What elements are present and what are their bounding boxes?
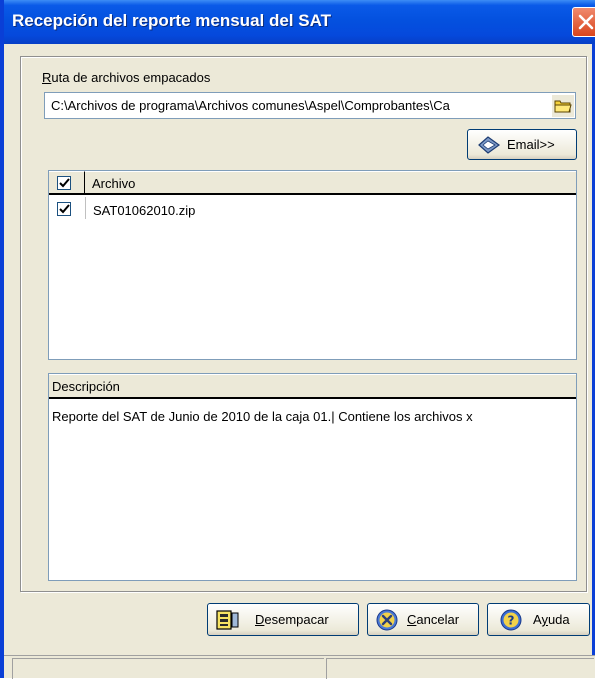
- checkmark-icon: [59, 178, 70, 188]
- files-list[interactable]: Archivo SAT01062010.zip: [48, 170, 577, 360]
- dialog-window: Recepción del reporte mensual del SAT Ru…: [0, 0, 595, 679]
- path-input[interactable]: C:\Archivos de programa\Archivos comunes…: [44, 92, 576, 119]
- status-pane-2: [326, 658, 594, 679]
- description-text: Reporte del SAT de Junio de 2010 de la c…: [52, 409, 473, 424]
- window-title: Recepción del reporte mensual del SAT: [12, 11, 331, 30]
- row-divider: [85, 197, 86, 219]
- status-bar: [4, 655, 595, 679]
- ayuda-label: Ayuda: [533, 612, 570, 627]
- unpack-icon: [216, 610, 239, 630]
- email-icon: [478, 136, 501, 154]
- email-button-label: Email>>: [507, 137, 555, 152]
- ayuda-button[interactable]: ? Ayuda: [487, 603, 590, 636]
- title-bar[interactable]: Recepción del reporte mensual del SAT: [4, 0, 595, 44]
- header-check-cell: [49, 171, 85, 193]
- close-button[interactable]: [572, 7, 595, 37]
- desempacar-button[interactable]: Desempacar: [207, 603, 359, 636]
- cancel-icon: [376, 609, 398, 631]
- files-list-header: Archivo: [49, 171, 576, 195]
- file-row-checkbox[interactable]: [57, 202, 71, 216]
- select-all-checkbox[interactable]: [57, 176, 71, 190]
- cancelar-button[interactable]: Cancelar: [367, 603, 479, 636]
- help-icon: ?: [500, 609, 522, 631]
- file-row-name: SAT01062010.zip: [93, 203, 196, 218]
- description-header-label: Descripción: [52, 379, 120, 394]
- file-row[interactable]: SAT01062010.zip: [49, 197, 576, 221]
- ruta-label: Ruta de archivos empacados: [42, 70, 211, 85]
- close-icon: [578, 14, 594, 30]
- description-box[interactable]: Descripción Reporte del SAT de Junio de …: [48, 373, 577, 581]
- ruta-label-text: uta de archivos empacados: [51, 70, 211, 85]
- checkmark-icon: [59, 204, 70, 214]
- browse-folder-button[interactable]: [552, 95, 574, 117]
- cancelar-label: Cancelar: [407, 612, 460, 627]
- header-archivo-cell[interactable]: Archivo: [85, 171, 576, 193]
- svg-text:?: ?: [508, 614, 515, 628]
- email-button[interactable]: Email>>: [467, 129, 577, 160]
- folder-icon: [554, 100, 572, 113]
- column-header-archivo: Archivo: [92, 176, 136, 191]
- path-value: C:\Archivos de programa\Archivos comunes…: [51, 98, 450, 113]
- status-pane-1: [12, 658, 324, 679]
- description-header: Descripción: [49, 374, 576, 399]
- desempacar-label: Desempacar: [255, 612, 329, 627]
